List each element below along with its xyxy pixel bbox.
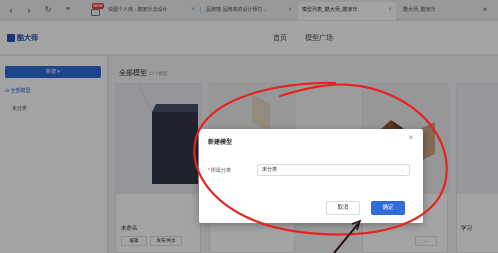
red-circle-annotation xyxy=(193,81,448,253)
